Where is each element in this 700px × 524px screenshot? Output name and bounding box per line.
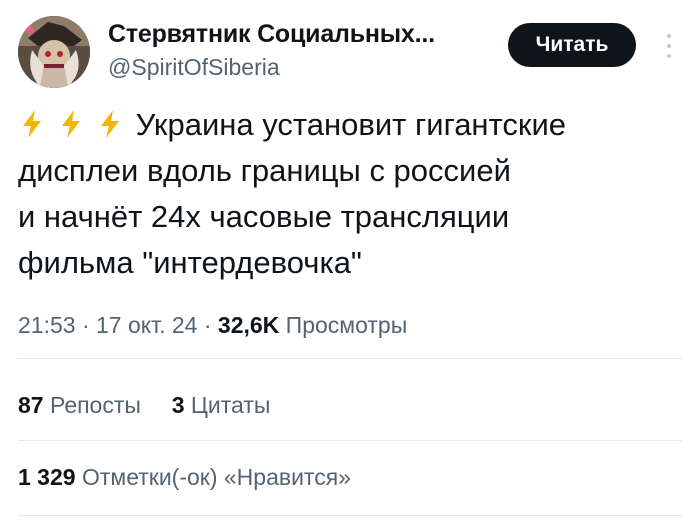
avatar-image (18, 16, 90, 88)
author-name[interactable]: Стервятник Социальных... (108, 20, 435, 49)
views-count: 32,6K (217, 312, 280, 338)
likes-row: 1 329 Отметки(-ок) «Нравится» (18, 464, 351, 491)
quotes-label: Цитаты (190, 392, 271, 418)
author-handle[interactable]: @SpiritOfSiberia (108, 54, 280, 81)
tweet-text: Украина установит гигантские дисплеи вдо… (18, 102, 690, 286)
reposts-count: 87 (18, 392, 44, 418)
divider (18, 515, 682, 516)
avatar[interactable] (18, 16, 90, 88)
lightning-emoji-icon (88, 107, 127, 142)
quotes-link[interactable]: 3 Цитаты (172, 392, 271, 418)
reposts-link[interactable]: 87 Репосты (18, 392, 141, 418)
tweet-date[interactable]: 17 окт. 24 (96, 312, 197, 338)
dot (667, 54, 671, 58)
follow-button[interactable]: Читать (508, 23, 636, 67)
quotes-count: 3 (171, 392, 185, 418)
likes-link[interactable]: 1 329 Отметки(-ок) «Нравится» (18, 464, 351, 490)
lightning-emoji-icon (18, 107, 49, 142)
views-label: Просмотры (285, 312, 408, 338)
tweet-meta: 21:53 · 17 окт. 24 · 32,6K Просмотры (18, 312, 407, 339)
reposts-label: Репосты (49, 392, 141, 418)
dot (667, 34, 671, 38)
likes-label: Отметки(-ок) «Нравится» (81, 464, 351, 490)
lightning-emoji-icon (49, 107, 88, 142)
engagement-row: 87 Репосты 3 Цитаты (18, 392, 270, 419)
meta-separator: · (203, 312, 212, 338)
more-options-icon[interactable] (660, 28, 678, 64)
likes-count: 1 329 (18, 464, 76, 490)
divider (18, 440, 682, 441)
tweet-time[interactable]: 21:53 (18, 312, 76, 338)
divider (18, 358, 682, 359)
meta-separator: · (81, 312, 90, 338)
dot (667, 44, 671, 48)
